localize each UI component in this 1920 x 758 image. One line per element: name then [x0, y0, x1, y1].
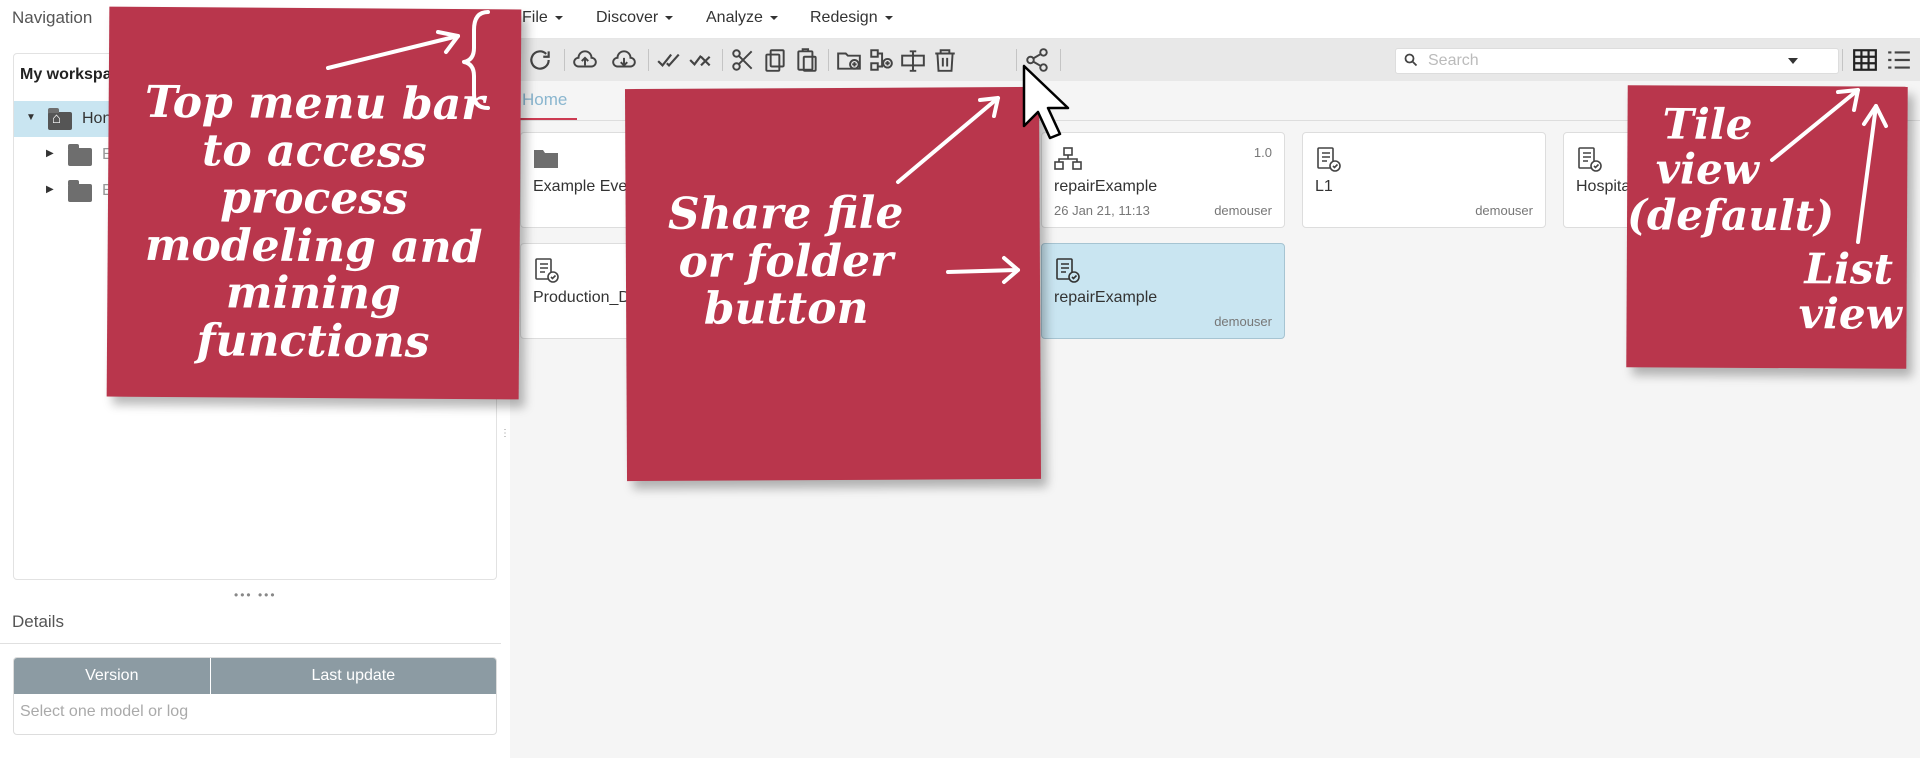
refresh-icon[interactable] [525, 45, 555, 75]
tile-name: L1 [1315, 178, 1333, 195]
tile-name: Hospita [1576, 178, 1631, 195]
expand-right-icon[interactable]: ▶ [46, 148, 54, 159]
expand-right-icon[interactable]: ▶ [46, 184, 54, 195]
tab-home[interactable]: Home [512, 82, 578, 120]
search-box [1395, 48, 1839, 74]
tile-log-selected[interactable]: repairExample demouser [1041, 243, 1285, 339]
annotation-note-share: Share file or folder button [624, 86, 1042, 482]
menu-label: Redesign [810, 9, 878, 26]
caret-down-icon [554, 15, 563, 20]
log-icon [535, 258, 559, 283]
new-folder-icon[interactable] [834, 45, 864, 75]
workspace-title: My workspa [20, 66, 112, 83]
splitter-handle[interactable]: ⋮ [500, 428, 510, 439]
navigation-title: Navigation [12, 8, 93, 27]
log-icon [1056, 258, 1080, 283]
annotation-text: List view [1798, 244, 1902, 340]
delete-icon[interactable] [930, 45, 960, 75]
new-process-icon[interactable] [866, 45, 896, 75]
deselect-all-icon[interactable] [686, 45, 716, 75]
download-icon[interactable] [609, 45, 639, 75]
details-table: Version Last update Select one model or … [13, 657, 497, 735]
share-icon[interactable] [1022, 45, 1052, 75]
copy-icon[interactable] [760, 45, 790, 75]
tile-version: 1.0 [1253, 145, 1272, 160]
tile-name: Production_D [533, 289, 630, 306]
tile-process-model[interactable]: 1.0 repairExample 26 Jan 21, 11:13 demou… [1041, 132, 1285, 228]
tile-name: Example Even [533, 178, 637, 195]
menu-label: File [522, 9, 548, 26]
caret-down-icon [769, 15, 778, 20]
upload-icon[interactable] [570, 45, 600, 75]
tile-user: demouser [1475, 203, 1533, 218]
menu-discover[interactable]: Discover [596, 9, 674, 27]
rename-icon[interactable] [898, 45, 928, 75]
details-title: Details [12, 612, 64, 631]
log-icon [1578, 147, 1602, 172]
column-header-last-update[interactable]: Last update [211, 658, 496, 694]
tree-item-label: Hon [82, 110, 112, 127]
tile-user: demouser [1214, 314, 1272, 329]
details-empty-text: Select one model or log [20, 703, 189, 720]
tile-view-icon[interactable] [1850, 45, 1880, 75]
caret-down-icon [884, 15, 893, 20]
annotation-note-views: Tile view (default) List view [1626, 85, 1908, 369]
cut-icon[interactable] [728, 45, 758, 75]
annotation-text: Top menu bar to access process modeling … [144, 76, 485, 368]
search-input[interactable] [1426, 51, 1790, 71]
folder-icon [68, 144, 92, 166]
tile-name: repairExample [1054, 178, 1158, 195]
select-all-icon[interactable] [654, 45, 684, 75]
expand-down-icon[interactable]: ▼ [26, 112, 36, 123]
top-menu-bar: File Discover Analyze Redesign [510, 0, 1920, 39]
menu-file[interactable]: File [522, 9, 563, 27]
divider [0, 643, 501, 644]
home-folder-icon [48, 108, 72, 130]
tile-date: 26 Jan 21, 11:13 [1054, 203, 1150, 218]
menu-analyze[interactable]: Analyze [706, 9, 778, 27]
process-model-icon [1054, 147, 1082, 170]
annotation-note-menu: Top menu bar to access process modeling … [106, 6, 522, 400]
menu-redesign[interactable]: Redesign [810, 9, 893, 27]
menu-label: Analyze [706, 9, 763, 26]
list-view-icon[interactable] [1884, 45, 1914, 75]
paste-icon[interactable] [792, 45, 822, 75]
menu-label: Discover [596, 9, 659, 26]
tile-log[interactable]: L1 demouser [1302, 132, 1546, 228]
search-icon [1404, 53, 1418, 67]
log-icon [1317, 147, 1341, 172]
panel-resize-handle[interactable]: ••• ••• [234, 588, 277, 602]
caret-down-icon [665, 15, 674, 20]
search-dropdown-icon[interactable] [1788, 58, 1798, 64]
folder-icon [534, 150, 558, 168]
column-header-version[interactable]: Version [14, 658, 211, 694]
tile-user: demouser [1214, 203, 1272, 218]
folder-icon [68, 180, 92, 202]
annotation-text: Share file or folder button [667, 187, 904, 335]
tile-name: repairExample [1054, 289, 1158, 306]
annotation-text: Tile view (default) [1626, 99, 1835, 241]
